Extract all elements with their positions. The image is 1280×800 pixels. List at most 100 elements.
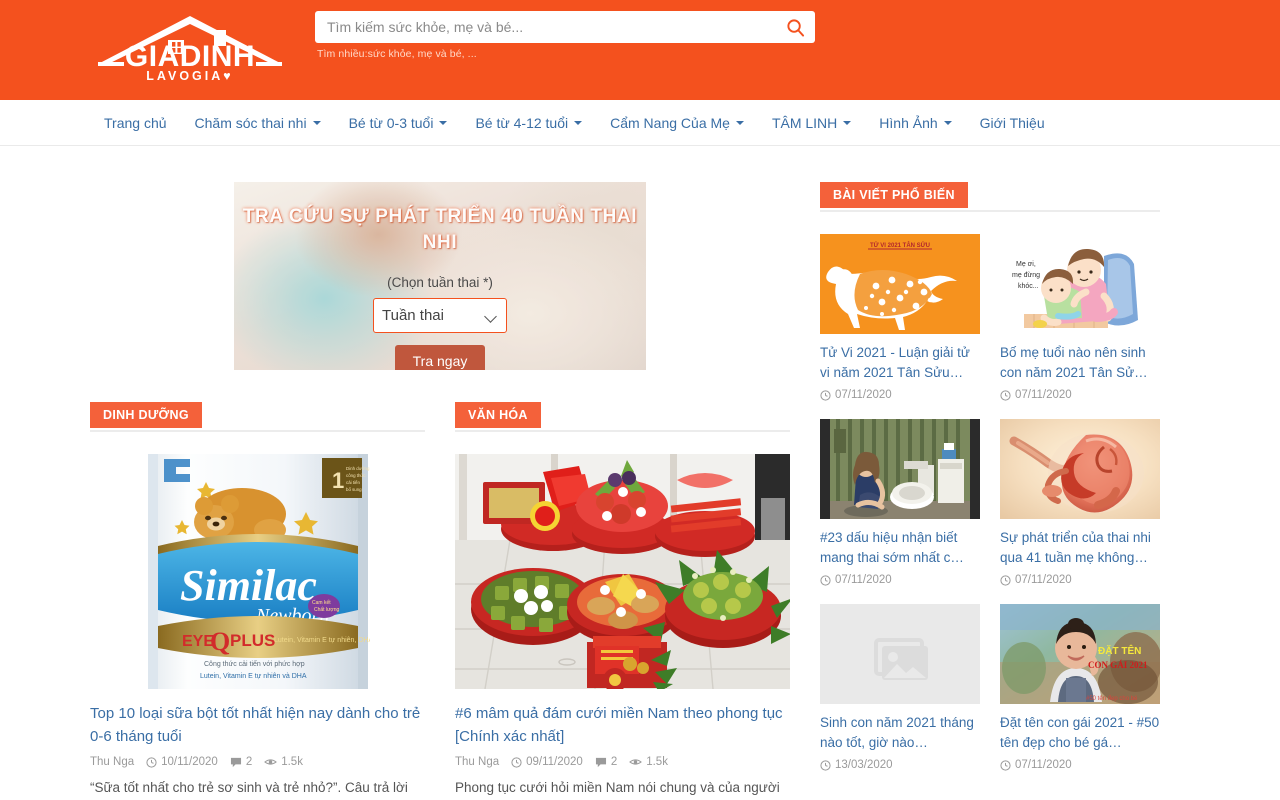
- svg-text:CON GÁI 2021: CON GÁI 2021: [1088, 660, 1148, 670]
- svg-text:Lutein, Vitamin E tự nhiên, DH: Lutein, Vitamin E tự nhiên, DHA: [274, 637, 370, 644]
- section-header-popular: BÀI VIẾT PHỔ BIẾN: [820, 182, 1160, 212]
- article-views: 1.5k: [264, 756, 303, 768]
- clock-icon: [511, 756, 522, 768]
- zodiac-ox-thumb: TỬ VI 2021 TÂN SỬU: [820, 234, 980, 334]
- search-box[interactable]: [315, 11, 815, 43]
- nav-item-4[interactable]: Cẩm Nang Của Mẹ: [596, 115, 758, 131]
- clock-icon: [820, 575, 831, 586]
- woman-bathroom-thumb: [820, 419, 980, 520]
- nav-item-label: Bé từ 4-12 tuổi: [475, 114, 569, 131]
- date-text: 07/11/2020: [1015, 389, 1072, 402]
- popular-article-thumbnail[interactable]: [820, 604, 980, 705]
- clock-icon: [820, 390, 831, 401]
- popular-article-title[interactable]: #23 dấu hiệu nhận biết mang thai sớm nhấ…: [820, 528, 980, 567]
- svg-text:1: 1: [332, 468, 344, 493]
- article-views: 1.5k: [629, 756, 668, 768]
- search-area: Tìm nhiều:sức khỏe, mẹ và bé, ...: [315, 11, 815, 60]
- nav-item-label: Giới Thiệu: [979, 114, 1045, 131]
- article-title[interactable]: Top 10 loại sữa bột tốt nhất hiện nay dà…: [90, 703, 425, 748]
- article-author: Thu Nga: [90, 756, 135, 768]
- sidebar-badge[interactable]: BÀI VIẾT PHỔ BIẾN: [820, 182, 968, 208]
- chevron-down-icon: [312, 120, 321, 125]
- section-header-nutrition: DINH DƯỠNG: [90, 402, 425, 432]
- date-text: 07/11/2020: [835, 574, 892, 587]
- search-icon: [786, 18, 804, 37]
- popular-article-item: #23 dấu hiệu nhận biết mang thai sớm nhấ…: [820, 419, 980, 586]
- comment-icon: [230, 757, 241, 767]
- nav-item-label: Cẩm Nang Của Mẹ: [610, 114, 730, 131]
- main-navigation: Trang chủ Chăm sóc thai nhi Bé từ 0-3 tuổi…: [0, 100, 1280, 146]
- svg-text:Chất lượng: Chất lượng: [314, 607, 339, 613]
- svg-text:Dinh dưỡng: Dinh dưỡng: [346, 466, 370, 471]
- popular-article-item: Sự phát triển của thai nhi qua 41 tuần m…: [1000, 419, 1160, 586]
- lookup-button[interactable]: Tra ngay: [394, 345, 486, 370]
- eye-icon: [264, 759, 278, 765]
- popular-article-item: Mẹ ơi, mẹ đừng khóc... Bố mẹ tuổi nào nê…: [1000, 234, 1160, 401]
- search-button[interactable]: [775, 11, 815, 43]
- section-badge[interactable]: DINH DƯỠNG: [90, 402, 202, 428]
- article-excerpt: “Sữa tốt nhất cho trẻ sơ sinh và trẻ nhỏ…: [90, 780, 408, 795]
- popular-articles-grid: TỬ VI 2021 TÂN SỬU Tử Vi 2021 - Luận giả…: [820, 234, 1160, 771]
- date-text: 07/11/2020: [1015, 759, 1072, 772]
- clock-icon: [1000, 760, 1011, 771]
- svg-text:ĐẶT TÊN: ĐẶT TÊN: [1098, 644, 1141, 657]
- clock-icon: [146, 756, 157, 768]
- popular-article-thumbnail[interactable]: ĐẶT TÊN CON GÁI 2021 #50 tên đẹp cho bé: [1000, 604, 1160, 705]
- nav-item-0[interactable]: Trang chủ: [90, 115, 181, 131]
- nav-item-1[interactable]: Chăm sóc thai nhi: [181, 115, 335, 131]
- site-logo[interactable]: GIADINH LAVOGIA♥: [90, 8, 290, 92]
- popular-article-thumbnail[interactable]: [1000, 419, 1160, 520]
- nav-item-3[interactable]: Bé từ 4-12 tuổi: [461, 115, 596, 131]
- chevron-down-icon: [574, 120, 583, 125]
- nav-item-label: Hình Ảnh: [879, 114, 938, 131]
- popular-article-thumbnail[interactable]: Mẹ ơi, mẹ đừng khóc...: [1000, 234, 1160, 334]
- main-content: TRA CỨU SỰ PHÁT TRIỂN 40 TUẦN THAI NHI (…: [90, 182, 790, 800]
- nav-item-2[interactable]: Bé từ 0-3 tuổi: [335, 115, 462, 131]
- popular-article-title[interactable]: Đặt tên con gái 2021 - #50 tên đẹp cho b…: [1000, 713, 1160, 752]
- svg-text:Lutein, Vitamin E tự nhiên và: Lutein, Vitamin E tự nhiên và DHA: [200, 673, 307, 680]
- nav-item-6[interactable]: Hình Ảnh: [865, 115, 965, 131]
- article-column-culture: VĂN HÓA #6 mâm quả đám cưới miền Nam the…: [455, 402, 790, 800]
- popular-article-title[interactable]: Sự phát triển của thai nhi qua 41 tuần m…: [1000, 528, 1160, 567]
- chevron-down-icon: [843, 120, 852, 125]
- popular-article-date: 13/03/2020: [820, 759, 980, 771]
- sidebar: BÀI VIẾT PHỔ BIẾN TỬ VI 2021 TÂN SỬU Tử …: [820, 182, 1160, 800]
- popular-article-title[interactable]: Tử Vi 2021 - Luận giải tử vi năm 2021 Tâ…: [820, 343, 980, 382]
- article-comments: 2: [230, 756, 252, 768]
- nav-item-label: TÂM LINH: [771, 114, 838, 131]
- pregnancy-week-lookup-widget: TRA CỨU SỰ PHÁT TRIỂN 40 TUẦN THAI NHI (…: [234, 182, 646, 370]
- article-date: 10/11/2020: [146, 756, 218, 768]
- popular-article-date: 07/11/2020: [820, 389, 980, 401]
- article-thumbnail[interactable]: [455, 454, 790, 689]
- nav-item-7[interactable]: Giới Thiệu: [966, 115, 1059, 131]
- article-thumbnail[interactable]: 1 Dinh dưỡng công thức cải tiến bổ sung: [90, 454, 425, 689]
- hero-title: TRA CỨU SỰ PHÁT TRIỂN 40 TUẦN THAI NHI: [242, 206, 638, 253]
- fetus-illustration-thumb: [1000, 419, 1160, 520]
- mother-child-cartoon-thumb: Mẹ ơi, mẹ đừng khóc...: [1000, 234, 1160, 334]
- page-container: TRA CỨU SỰ PHÁT TRIỂN 40 TUẦN THAI NHI (…: [70, 146, 1210, 800]
- popular-article-thumbnail[interactable]: TỬ VI 2021 TÂN SỬU: [820, 234, 980, 334]
- section-header-culture: VĂN HÓA: [455, 402, 790, 432]
- girl-portrait-thumb: ĐẶT TÊN CON GÁI 2021 #50 tên đẹp cho bé: [1000, 604, 1160, 705]
- svg-text:cải tiến: cải tiến: [346, 480, 360, 485]
- article-excerpt: Phong tục cưới hỏi miền Nam nói chung và…: [455, 780, 780, 795]
- popular-article-date: 07/11/2020: [1000, 389, 1160, 401]
- svg-text:Similac: Similac: [180, 561, 317, 610]
- popular-article-title[interactable]: Sinh con năm 2021 tháng nào tốt, giờ nào…: [820, 713, 980, 752]
- hero-select-label: (Chọn tuần thai *): [387, 275, 493, 291]
- popular-article-thumbnail[interactable]: [820, 419, 980, 520]
- pregnancy-week-select[interactable]: Tuần thai: [373, 298, 507, 334]
- popular-article-date: 07/11/2020: [820, 574, 980, 586]
- svg-text:Cam kết: Cam kết: [312, 600, 331, 606]
- popular-article-title[interactable]: Bố mẹ tuổi nào nên sinh con năm 2021 Tân…: [1000, 343, 1160, 382]
- svg-text:Mẹ ơi,: Mẹ ơi,: [1016, 261, 1036, 268]
- section-badge[interactable]: VĂN HÓA: [455, 402, 541, 428]
- nav-item-5[interactable]: TÂM LINH: [758, 115, 865, 131]
- svg-text:PLUS: PLUS: [230, 631, 275, 650]
- popular-article-item: Sinh con năm 2021 tháng nào tốt, giờ nào…: [820, 604, 980, 771]
- nav-item-label: Trang chủ: [104, 114, 167, 131]
- site-header: GIADINH LAVOGIA♥ Tìm nhiều:sức khỏe, mẹ …: [0, 0, 1280, 100]
- article-column-nutrition: DINH DƯỠNG 1 Dinh dưỡng công thức cải ti…: [90, 402, 425, 800]
- search-input[interactable]: [315, 11, 775, 43]
- article-title[interactable]: #6 mâm quả đám cưới miền Nam theo phong …: [455, 703, 790, 748]
